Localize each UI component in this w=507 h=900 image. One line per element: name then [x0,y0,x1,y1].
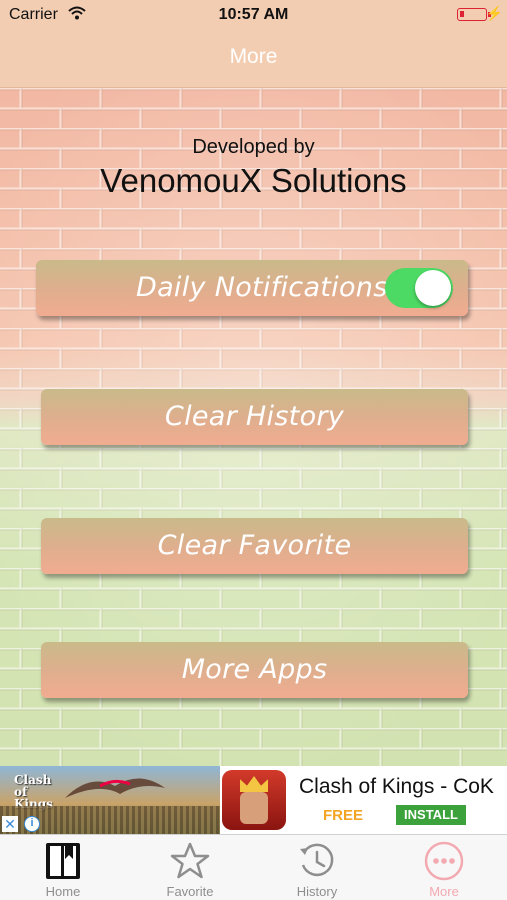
tab-label: History [296,884,338,899]
tab-history[interactable]: History [254,835,380,900]
daily-notifications-row: Daily Notifications [36,260,468,316]
charging-bolt-icon: ⚡ [485,5,503,21]
ad-game-logo: Clash of Kings [14,773,53,811]
battery-icon [457,8,487,21]
page-title: More [229,45,278,68]
king-face-icon [240,792,268,824]
star-icon [170,842,210,879]
ad-close-icon[interactable]: ✕ [2,816,18,832]
tab-more[interactable]: More [381,835,507,900]
more-dots-icon [424,841,464,881]
tab-favorite[interactable]: Favorite [127,835,253,900]
tab-label: Favorite [166,884,214,899]
status-time: 10:57 AM [218,6,289,23]
tab-label: More [429,884,459,899]
ad-app-name[interactable]: Clash of Kings - CoK [299,775,494,799]
tab-label: Home [45,884,81,899]
clear-favorite-button[interactable]: Clear Favorite [41,518,468,574]
tab-home[interactable]: Home [0,835,126,900]
dragon-artwork-icon [65,778,165,798]
history-clock-icon [300,843,334,877]
company-name: VenomouX Solutions [100,162,407,199]
ad-banner[interactable]: Clash of Kings Clash of Kings - CoK FREE I… [0,766,507,834]
ad-info-icon[interactable]: i [24,816,40,832]
clear-history-button[interactable]: Clear History [41,389,468,445]
daily-notifications-label: Daily Notifications [136,272,388,303]
daily-notifications-toggle[interactable] [385,268,453,308]
book-icon [46,843,80,879]
crown-icon [240,776,268,792]
more-apps-button[interactable]: More Apps [41,642,468,698]
toggle-knob [415,270,451,306]
tab-bar: Home Favorite History More [0,834,507,900]
ad-install-button[interactable]: INSTALL [396,805,466,825]
developed-by-label: Developed by [192,136,315,158]
ad-app-icon[interactable] [222,770,286,830]
navigation-bar: More [0,30,507,88]
status-bar: Carrier 10:57 AM ⚡ [0,0,507,30]
ad-price: FREE [323,807,364,824]
